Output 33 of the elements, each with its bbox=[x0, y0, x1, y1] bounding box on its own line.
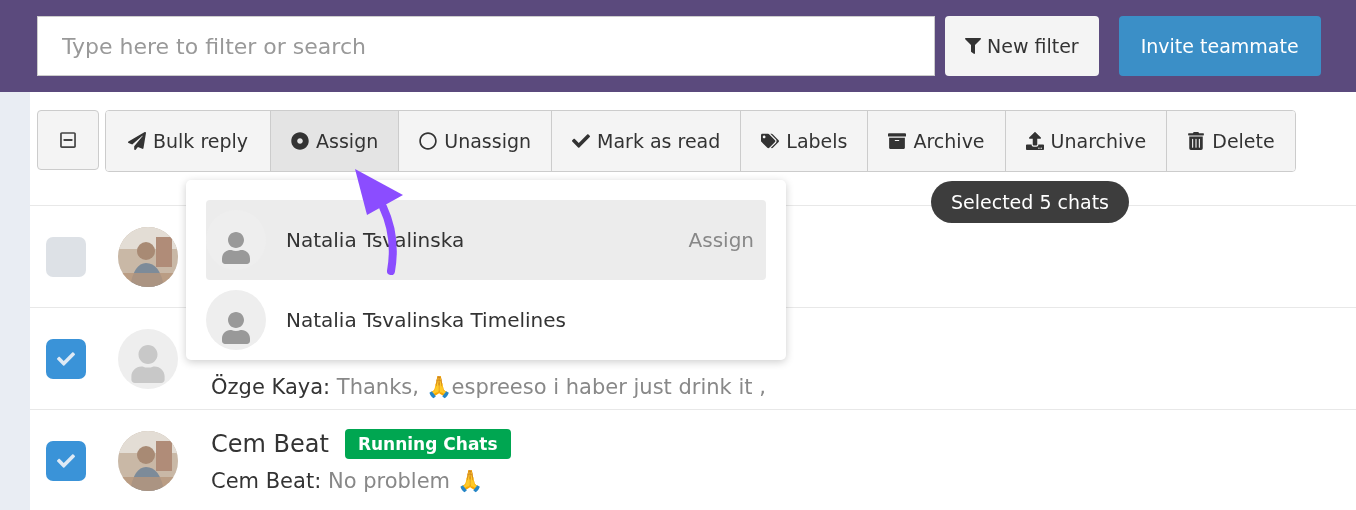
user-icon bbox=[129, 344, 167, 383]
box-icon bbox=[888, 132, 907, 150]
contact-name: Cem Beat bbox=[211, 429, 329, 458]
assignee-option[interactable]: Natalia Tsvalinska Timelines bbox=[206, 280, 766, 360]
tooltip: Selected 5 chats bbox=[931, 181, 1129, 223]
toolbar-button[interactable]: Archive bbox=[867, 111, 1005, 171]
toolbar-button[interactable]: Assign bbox=[270, 111, 399, 171]
filter-icon bbox=[965, 38, 981, 54]
toolbar-button[interactable]: Mark as read bbox=[551, 111, 741, 171]
trash-icon bbox=[1187, 132, 1206, 150]
toolbar-button[interactable]: Delete bbox=[1166, 111, 1295, 171]
toolbar-button[interactable]: Bulk reply bbox=[106, 111, 271, 171]
checkbox[interactable] bbox=[46, 236, 86, 277]
toolbar-button[interactable]: Unarchive bbox=[1004, 111, 1167, 171]
message-preview: Özge Kaya: Thanks, 🙏espreeso i haber just drink it , bbox=[211, 374, 766, 399]
check-icon bbox=[57, 349, 75, 368]
checkbox[interactable] bbox=[46, 440, 86, 481]
tags-icon bbox=[761, 132, 780, 150]
invite-teammate-button[interactable]: Invite teammate bbox=[1118, 16, 1321, 76]
new-filter-button[interactable]: New filter bbox=[945, 16, 1099, 76]
status-tag: Running Chats bbox=[344, 428, 511, 459]
paper-plane-icon bbox=[128, 132, 146, 150]
toolbar-button[interactable]: Unassign bbox=[398, 111, 552, 171]
checkbox[interactable] bbox=[46, 338, 86, 379]
upload-icon bbox=[1025, 132, 1044, 150]
search-field[interactable]: Type here to filter or search bbox=[37, 16, 935, 76]
select-all-button[interactable] bbox=[37, 110, 99, 170]
toolbar-button[interactable]: Labels bbox=[740, 111, 868, 171]
check-icon bbox=[57, 451, 75, 470]
user-icon bbox=[220, 312, 252, 344]
user-icon bbox=[220, 232, 252, 264]
check-icon bbox=[572, 132, 591, 150]
message-preview: Cem Beat: No problem 🙏 bbox=[211, 468, 484, 493]
